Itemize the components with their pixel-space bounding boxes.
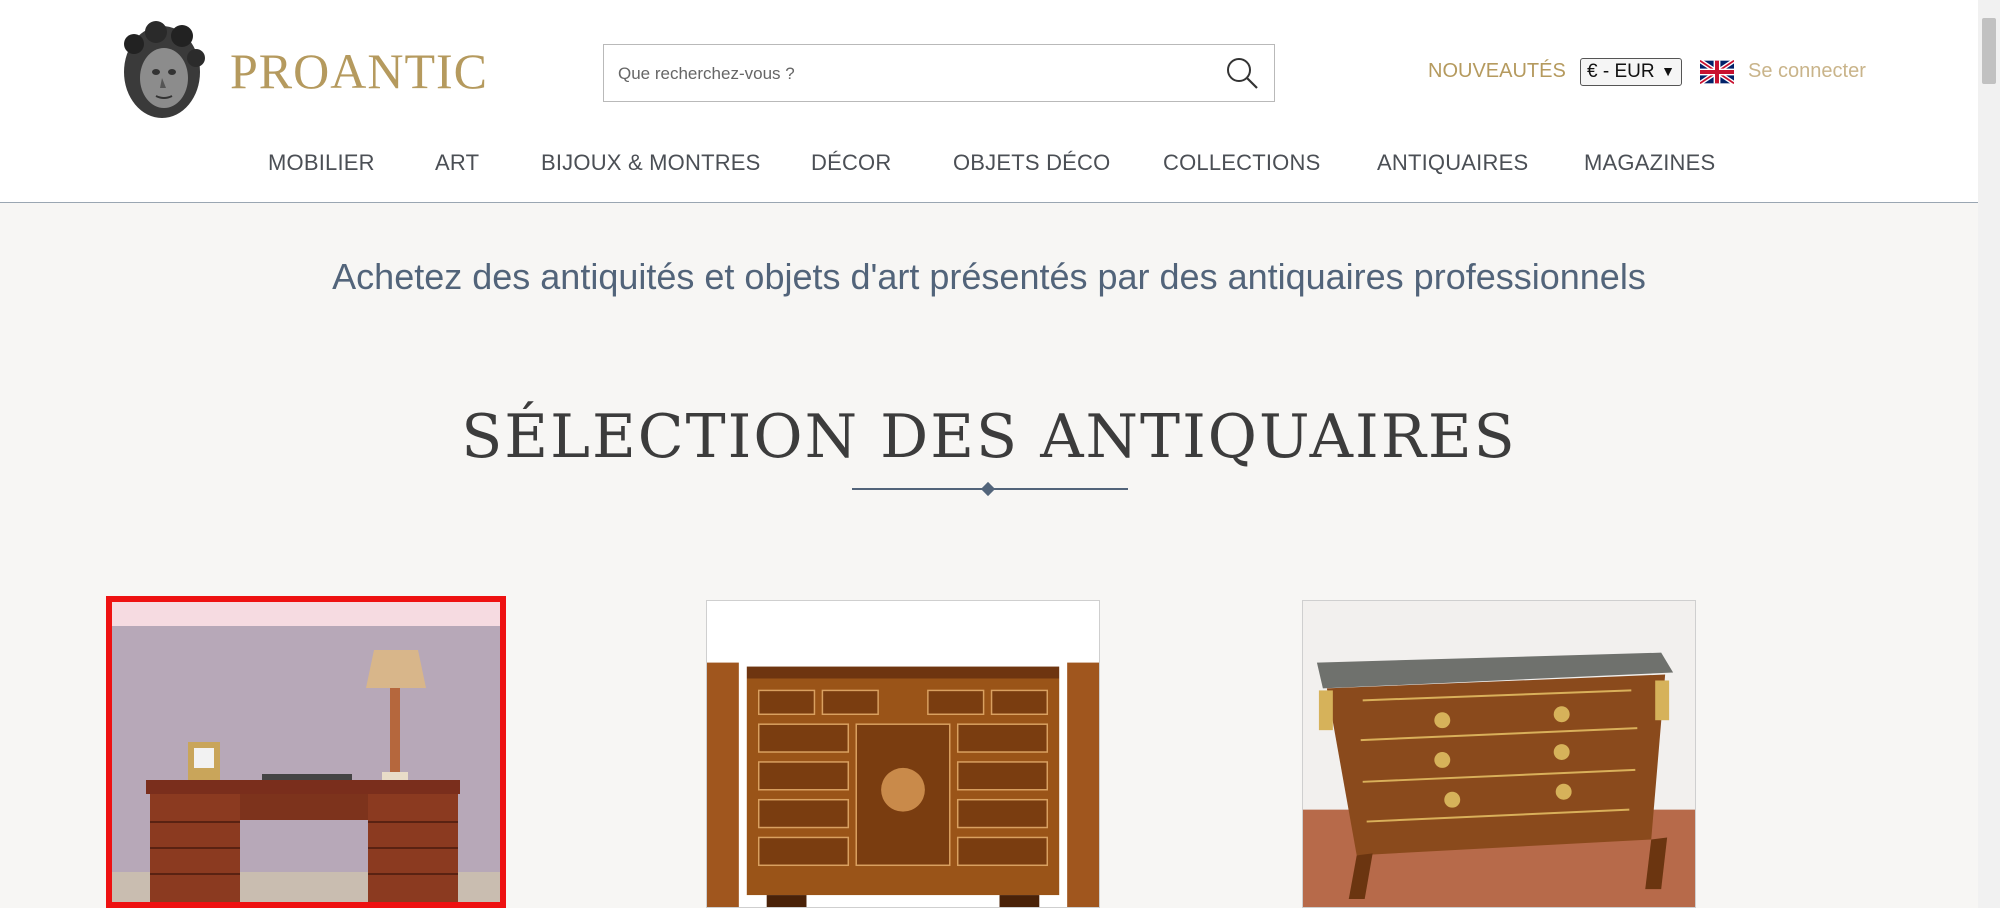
site-header: PROANTIC NOUVEAUTÉS € - EUR ▼ Se connect… (0, 0, 1978, 203)
uk-flag-icon[interactable] (1700, 60, 1734, 84)
product-card-commode[interactable] (1302, 600, 1696, 908)
main-nav: MOBILIER ART BIJOUX & MONTRES DÉCOR OBJE… (0, 150, 1978, 180)
chevron-down-icon: ▼ (1661, 63, 1675, 79)
nav-item-antiquaires[interactable]: ANTIQUAIRES (1377, 150, 1528, 176)
currency-value: € - EUR (1587, 61, 1655, 82)
search-icon[interactable] (1224, 55, 1260, 91)
nav-item-objets-deco[interactable]: OBJETS DÉCO (953, 150, 1110, 176)
page-scrollbar[interactable] (1978, 0, 2000, 908)
nav-item-decor[interactable]: DÉCOR (811, 150, 891, 176)
nav-item-bijoux-montres[interactable]: BIJOUX & MONTRES (541, 150, 761, 176)
product-card-cabinet[interactable] (706, 600, 1100, 908)
nav-item-art[interactable]: ART (435, 150, 479, 176)
nav-item-mobilier[interactable]: MOBILIER (268, 150, 375, 176)
logo-text: PROANTIC (230, 43, 489, 99)
section-title: SÉLECTION DES ANTIQUAIRES (461, 402, 1517, 472)
product-card-desk[interactable] (106, 596, 506, 908)
mahogany-desk-with-lamp-image (112, 602, 500, 902)
inlaid-cabinet-image (707, 601, 1099, 907)
nav-item-collections[interactable]: COLLECTIONS (1163, 150, 1320, 176)
divider-diamond-icon (980, 481, 996, 497)
logo-bust-icon (124, 21, 205, 118)
scrollbar-thumb[interactable] (1982, 18, 1996, 84)
search-box (603, 44, 1275, 102)
login-link[interactable]: Se connecter (1748, 60, 1866, 83)
marble-top-commode-image (1303, 601, 1695, 907)
search-input[interactable] (616, 59, 1200, 89)
nouveautes-link[interactable]: NOUVEAUTÉS (1428, 60, 1566, 83)
tagline: Achetez des antiquités et objets d'art p… (332, 256, 1646, 297)
nav-item-magazines[interactable]: MAGAZINES (1584, 150, 1715, 176)
logo[interactable]: PROANTIC (112, 20, 488, 122)
currency-select[interactable]: € - EUR ▼ (1580, 58, 1682, 86)
